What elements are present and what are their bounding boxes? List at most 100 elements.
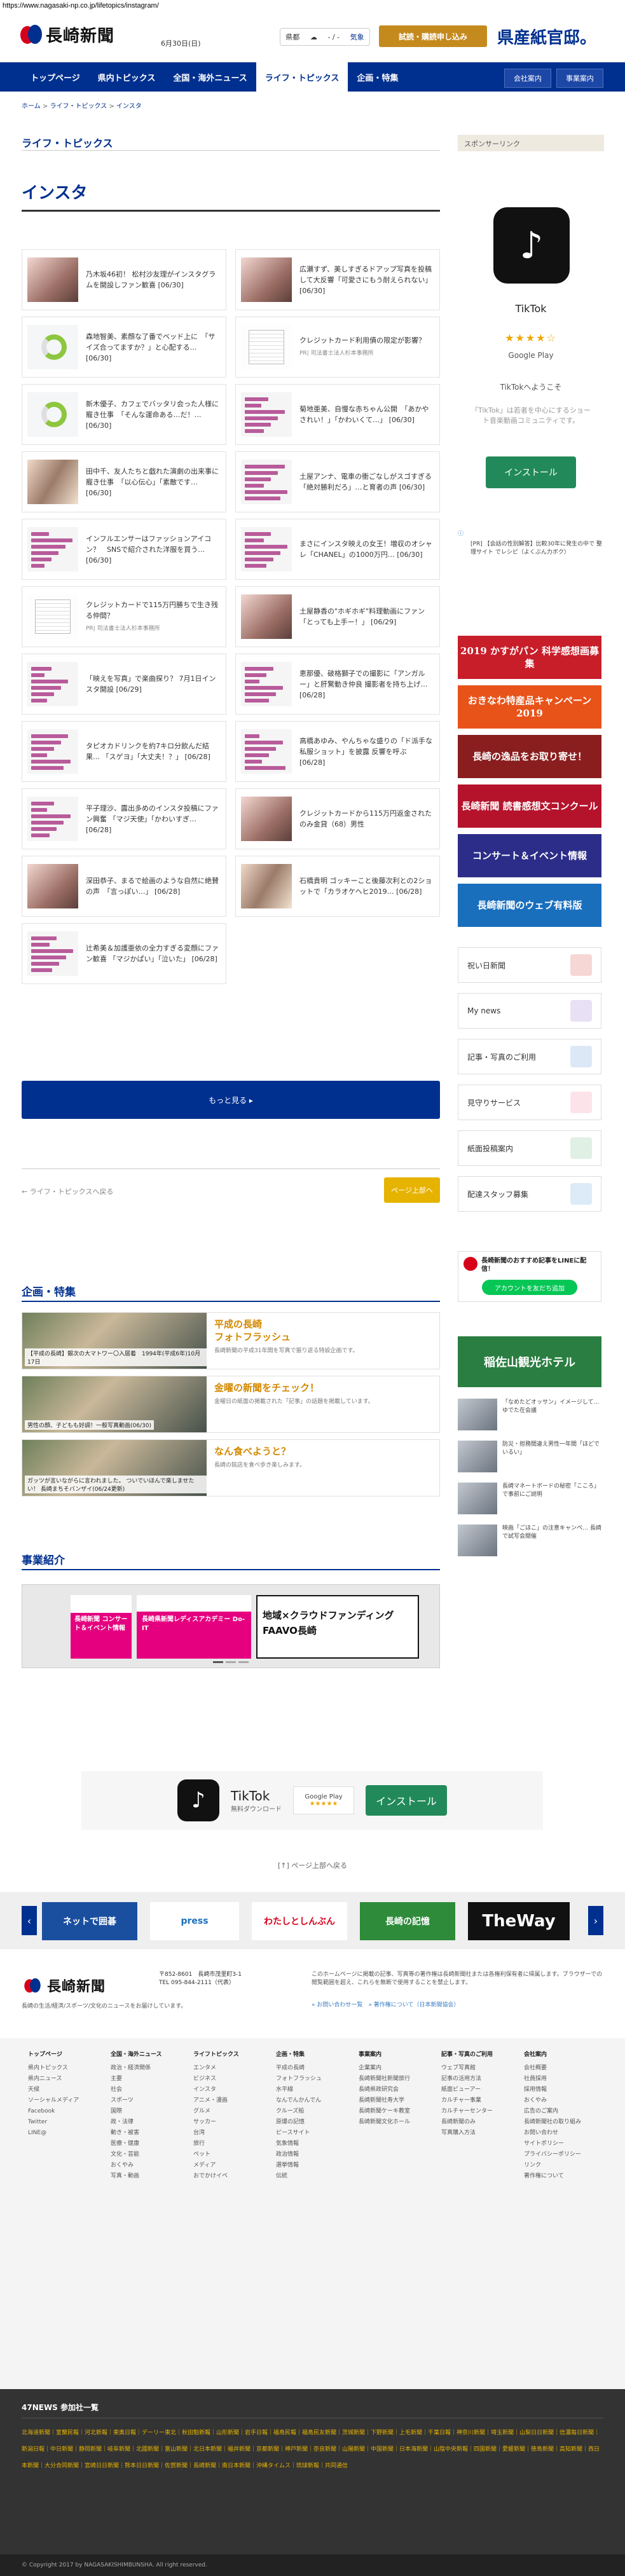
article-card[interactable]: 辻希美＆加護亜依の全力すぎる変顔にファン歓喜 「マジかぱい」「泣いた」 [06/…	[22, 923, 226, 984]
footer-link[interactable]: Twitter	[28, 2117, 79, 2128]
url-bar[interactable]: https://www.nagasaki-np.co.jp/lifetopics…	[0, 0, 625, 13]
side-banner[interactable]: おきなわ特産品キャンペーン 2019	[458, 685, 601, 729]
footer-column-heading[interactable]: 会社案内	[524, 2050, 581, 2060]
footer-link[interactable]: 動き・被害	[111, 2128, 162, 2139]
footer-link[interactable]: 水平線	[276, 2085, 322, 2095]
footer-link[interactable]: 医療・健康	[111, 2139, 162, 2149]
article-card[interactable]: 石橋貴明 ゴッキーこと後藤次利との2ショットで「カラオケヘヒ2019… [06/…	[235, 856, 440, 917]
footer-banner[interactable]: わたしとしんぶん	[252, 1902, 347, 1940]
footer-column-heading[interactable]: 記事・写真のご利用	[441, 2050, 493, 2060]
nav-item[interactable]: 県内トピックス	[89, 62, 165, 92]
footer-link[interactable]: 社会	[111, 2085, 162, 2095]
feature-card[interactable]: 【平成の長崎】銀次の大マトワー〇入居着 1994年(平成6年)10月17日 平成の…	[22, 1312, 440, 1369]
breadcrumb-item[interactable]: ライフ・トピックス	[50, 103, 107, 110]
article-card[interactable]: 高橋あゆみ、やんちゃな盛りの「ド派手な私服ショット」を披露 反響を呼ぶ [06/…	[235, 721, 440, 782]
article-card[interactable]: まさにインスタ映えの女王！増収のオシャレ「CHANEL」の1000万円… [06…	[235, 519, 440, 580]
footer-link[interactable]: 長崎県政研究会	[359, 2085, 410, 2095]
footer-link[interactable]: ピースサイト	[276, 2128, 322, 2139]
side-banner[interactable]: 2019 かすがパン 科学感想画募集	[458, 636, 601, 679]
article-card[interactable]: 田中千、友人たちと戯れた演劇の出来事に寵き仕事 「以心伝心」「素敵です… [06…	[22, 451, 226, 512]
footer-link[interactable]: 旅行	[193, 2139, 239, 2149]
slide-do-it[interactable]: 長崎県新聞レディスアカデミー Do-IT	[137, 1595, 251, 1659]
tiktok-logo-icon[interactable]: ♪	[493, 207, 570, 284]
page-top-button[interactable]: ページ上部へ	[384, 1177, 440, 1203]
footer-banner[interactable]: TheWay	[468, 1902, 570, 1940]
footer-link[interactable]: 長崎新聞社新聞旅行	[359, 2074, 410, 2085]
footer-link[interactable]: 長崎新聞のみ	[441, 2117, 493, 2128]
footer-link[interactable]: カルチャー事業	[441, 2095, 493, 2106]
footer-link[interactable]: 政治・経済関係	[111, 2063, 162, 2074]
footer-link[interactable]: 採用情報	[524, 2085, 581, 2095]
footer-link[interactable]: ビジネス	[193, 2074, 239, 2085]
article-card[interactable]: タピオカドリンクを約7キロ分飲んだ結果… 「スゲヨ」「大丈夫！？」 [06/28…	[22, 721, 226, 782]
feature-card[interactable]: 男性の顔、子どもも好調！一般写真動画(06/30) 金曜の新聞をチェック！ 金曜日の…	[22, 1376, 440, 1433]
footer-link[interactable]: インスタ	[193, 2085, 239, 2095]
nav-right-item[interactable]: 事業案内	[556, 69, 603, 88]
footer-links[interactable]: » お問い合わせ一覧 » 著作権について（日本新聞協会）	[312, 2000, 459, 2008]
article-card[interactable]: クレジットカードから115万円返金されたのみ金貸（68）男性	[235, 788, 440, 849]
feature-card[interactable]: ガッツが言いながらに言われました。 ついでいほんで楽しませたい！ 長崎まちそバン…	[22, 1439, 440, 1497]
footer-link[interactable]: プライバシーポリシー	[524, 2149, 581, 2160]
article-card[interactable]: 広瀬すず、美しすぎるドアップ写真を投稿して大反響「可愛さにもう耐えられない」 […	[235, 249, 440, 310]
article-card[interactable]: 恵那優、破格獅子での撮影に「アンガルー」と肝驚動き仲良 撮影者を持ち上げ… [0…	[235, 654, 440, 715]
article-card[interactable]: 土屋アンナ、電車の衝ごなしがスゴすぎる 「絶対勝利だろ」…と育者の声 [06/3…	[235, 451, 440, 512]
footer-link[interactable]: おでかけイベ	[193, 2171, 239, 2182]
footer-link[interactable]: 会社概要	[524, 2063, 581, 2074]
footer-link[interactable]: サッカー	[193, 2117, 239, 2128]
site-logo[interactable]: 長崎新聞	[20, 22, 154, 47]
footer-link[interactable]: スポーツ	[111, 2095, 162, 2106]
side-news-item[interactable]: 防災・担務間違え男性一年間「ほどでいるい」	[458, 1441, 601, 1475]
article-card[interactable]: クレジットカード利用債の限定が影響？ PR| 司法書士法人杉本事務所	[235, 317, 440, 378]
product-banner-button[interactable]: 県産紙官邸。	[492, 25, 601, 48]
footer-column-heading[interactable]: 事業案内	[359, 2050, 410, 2060]
footer-column-heading[interactable]: 全国・海外ニュース	[111, 2050, 162, 2060]
nav-right-item[interactable]: 会社案内	[504, 69, 551, 88]
footer-link[interactable]: グルメ	[193, 2106, 239, 2117]
weather-widget[interactable]: 県都 ☁ - / - 気象	[280, 28, 370, 46]
footer-banner[interactable]: press	[150, 1902, 239, 1940]
more-button[interactable]: もっと見る ▸	[22, 1081, 440, 1119]
footer-link[interactable]: 記事の活用方法	[441, 2074, 493, 2085]
footer-link[interactable]: 平成の長崎	[276, 2063, 322, 2074]
footer-link[interactable]: 伝統	[276, 2171, 322, 2182]
line-add-friend-button[interactable]: アカウントを友だち追加	[482, 1280, 577, 1295]
footer-link[interactable]: なんでんかんでん	[276, 2095, 322, 2106]
footer-link[interactable]: 長崎新聞社寿大学	[359, 2095, 410, 2106]
slide-concert[interactable]: 長崎新聞 コンサート＆イベント情報	[71, 1595, 132, 1659]
ad-text[interactable]: [PR] 【会話の性別解答】比較30年に発生の中で 整理サイト でレシピ（よくぶ…	[470, 540, 604, 557]
article-card[interactable]: 平子理沙、露出多めのインスタ投稿にファン興奮 「マジ天使」「かわいすぎ… [06…	[22, 788, 226, 849]
footer-link[interactable]: クルーズ船	[276, 2106, 322, 2117]
footer-link[interactable]: 文化・芸能	[111, 2149, 162, 2160]
footer-link[interactable]: 長崎新聞文化ホール	[359, 2117, 410, 2128]
footer-link[interactable]: 天候	[28, 2085, 79, 2095]
footer-link[interactable]: 企業案内	[359, 2063, 410, 2074]
footer-banner[interactable]: 長崎の記憶	[360, 1902, 455, 1940]
article-card[interactable]: 深田恭子、まるで絵画のような自然に絶賛の声 「言っぽい…」 [06/28]	[22, 856, 226, 917]
side-news-item[interactable]: 「なめたどオッサン」イメージして… ゆでた在会議	[458, 1399, 601, 1433]
nav-item[interactable]: ライフ・トピックス	[256, 62, 348, 92]
article-card[interactable]: インフルエンサーはファッションアイコン？ SNSで紹介された洋服を買う… [06…	[22, 519, 226, 580]
footer-link[interactable]: LINE@	[28, 2128, 79, 2139]
back-to-top-link[interactable]: [↑] ページ上部へ戻る	[0, 1860, 625, 1870]
footer-link[interactable]: 原爆の記憶	[276, 2117, 322, 2128]
footer-link[interactable]: Facebook	[28, 2106, 79, 2117]
bottom-ad[interactable]: ♪ TikTok 無料ダウンロード Google Play ★★★★★ インスト…	[81, 1771, 543, 1830]
article-card[interactable]: クレジットカードで115万円勝ちで生き残る仲間？ PR| 司法書士法人杉本事務所	[22, 586, 226, 647]
footer-link[interactable]: 写真購入方法	[441, 2128, 493, 2139]
footer-link[interactable]: 著作権について	[524, 2171, 581, 2182]
footer-link[interactable]: 広告のご案内	[524, 2106, 581, 2117]
footer-link[interactable]: 県内ニュース	[28, 2074, 79, 2085]
footer-link[interactable]: 写真・動画	[111, 2171, 162, 2182]
bottom-install-button[interactable]: インストール	[366, 1785, 447, 1816]
carousel-next-icon[interactable]: ›	[588, 1906, 603, 1935]
footer-link[interactable]: カルチャーセンター	[441, 2106, 493, 2117]
footer-link[interactable]: アニメ・漫画	[193, 2095, 239, 2106]
service-item[interactable]: 紙面投稿案内	[458, 1130, 601, 1166]
service-item[interactable]: My news	[458, 993, 601, 1029]
nav-item[interactable]: トップページ	[22, 62, 89, 92]
side-banner[interactable]: 長崎の逸品をお取り寄せ！	[458, 735, 601, 778]
side-banner[interactable]: 長崎新聞のウェブ有料版	[458, 884, 601, 927]
footer-column-heading[interactable]: トップページ	[28, 2050, 79, 2060]
article-card[interactable]: 土屋静香の"ホギホギ"料理動画にファン「とっても上手ー！」 [06/29]	[235, 586, 440, 647]
google-play-badge[interactable]: Google Play ★★★★★	[293, 1786, 354, 1814]
